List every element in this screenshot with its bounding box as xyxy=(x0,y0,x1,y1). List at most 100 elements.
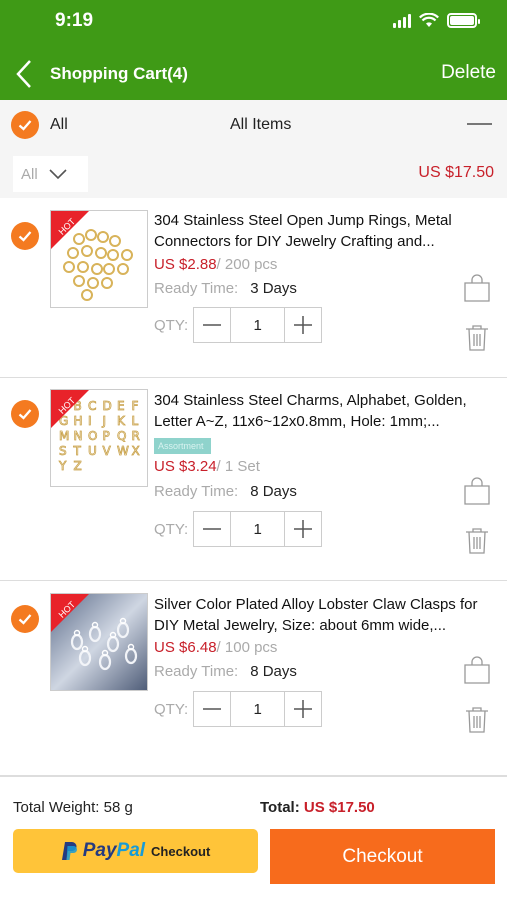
paypal-checkout-label: Checkout xyxy=(151,843,211,859)
check-icon xyxy=(18,231,32,242)
product-unit: / 1 Set xyxy=(216,458,260,475)
select-all-bar: All All Items xyxy=(0,100,507,150)
product-price: US $6.48 xyxy=(154,639,217,656)
quantity-stepper: 1 xyxy=(193,511,323,547)
wifi-icon xyxy=(419,13,439,27)
product-image[interactable]: ABCDEFGHIJKLMNOPQRSTUVWXYZ HOT xyxy=(50,389,148,487)
total-label: Total: xyxy=(260,799,300,816)
charm-letter: D xyxy=(103,399,112,413)
filter-bar: All US $17.50 xyxy=(0,150,507,198)
qty-label: QTY: xyxy=(154,520,189,538)
charm-letter: Y xyxy=(58,459,67,473)
select-all-checkbox[interactable] xyxy=(11,111,39,139)
charm-letter: L xyxy=(132,414,139,428)
charm-letter: M xyxy=(59,429,69,443)
quantity-row: QTY: 1 xyxy=(154,511,323,547)
charm-letter: R xyxy=(132,429,140,443)
product-title[interactable]: Silver Color Plated Alloy Lobster Claw C… xyxy=(154,594,504,636)
hot-badge: HOT xyxy=(51,594,89,632)
select-all-label: All xyxy=(50,116,68,133)
charm-letter: U xyxy=(88,444,97,458)
decrement-button[interactable] xyxy=(194,308,230,342)
back-button[interactable] xyxy=(14,58,38,90)
charm-letter: T xyxy=(73,444,82,458)
product-title[interactable]: 304 Stainless Steel Charms, Alphabet, Go… xyxy=(154,390,504,432)
hot-badge: HOT xyxy=(51,211,89,249)
item-checkbox[interactable] xyxy=(11,400,39,428)
all-items-heading: All Items xyxy=(230,116,292,133)
collapse-icon[interactable] xyxy=(467,123,492,125)
ready-time: Ready Time: 8 Days xyxy=(154,483,297,500)
increment-button[interactable] xyxy=(285,692,321,726)
charm-letter: F xyxy=(132,399,139,413)
paypal-checkout-button[interactable]: PayPal Checkout xyxy=(13,829,258,873)
add-to-bag-icon[interactable] xyxy=(462,655,492,685)
total-value: US $17.50 xyxy=(303,799,375,816)
product-unit: / 200 pcs xyxy=(216,256,278,273)
ready-time: Ready Time: 8 Days xyxy=(154,663,297,680)
trash-icon[interactable] xyxy=(462,322,492,352)
qty-label: QTY: xyxy=(154,316,189,334)
ready-time-value: 3 Days xyxy=(250,280,297,297)
add-to-bag-icon[interactable] xyxy=(462,476,492,506)
minus-icon xyxy=(203,324,222,326)
product-image[interactable]: HOT xyxy=(50,210,148,308)
chevron-down-icon xyxy=(49,169,67,180)
filter-dropdown[interactable]: All xyxy=(13,156,88,192)
charm-letter: N xyxy=(74,429,83,443)
check-icon xyxy=(18,614,32,625)
quantity-stepper: 1 xyxy=(193,307,323,343)
total-sum: Total: US $17.50 xyxy=(260,799,375,816)
quantity-value[interactable]: 1 xyxy=(230,512,286,546)
status-icons xyxy=(393,13,480,28)
minus-icon xyxy=(203,528,222,530)
check-icon xyxy=(18,120,32,131)
product-title[interactable]: 304 Stainless Steel Open Jump Rings, Met… xyxy=(154,210,504,252)
cart-item: ABCDEFGHIJKLMNOPQRSTUVWXYZ HOT 304 Stain… xyxy=(0,378,507,581)
plus-icon xyxy=(294,700,313,718)
add-to-bag-icon[interactable] xyxy=(462,273,492,303)
checkout-button[interactable]: Checkout xyxy=(270,829,495,884)
charm-letter: X xyxy=(132,444,140,458)
plus-icon xyxy=(294,520,313,538)
total-weight: Total Weight: 58 g xyxy=(13,799,133,816)
product-image[interactable]: HOT xyxy=(50,593,148,691)
price-line: US $6.48/ 100 pcs xyxy=(154,639,277,656)
filter-total-price: US $17.50 xyxy=(418,164,494,181)
ready-time-value: 8 Days xyxy=(250,483,297,500)
decrement-button[interactable] xyxy=(194,512,230,546)
quantity-row: QTY: 1 xyxy=(154,307,323,343)
check-icon xyxy=(18,409,32,420)
qty-label: QTY: xyxy=(154,700,189,718)
decrement-button[interactable] xyxy=(194,692,230,726)
charm-letter: S xyxy=(59,444,67,458)
delete-button[interactable]: Delete xyxy=(441,62,496,84)
chevron-left-icon xyxy=(16,60,31,88)
trash-icon[interactable] xyxy=(462,704,492,734)
checkout-footer: Total Weight: 58 g Total: US $17.50 PayP… xyxy=(0,776,507,900)
charm-letter: J xyxy=(102,414,107,428)
item-checkbox[interactable] xyxy=(11,222,39,250)
trash-icon[interactable] xyxy=(462,525,492,555)
increment-button[interactable] xyxy=(285,308,321,342)
quantity-value[interactable]: 1 xyxy=(230,308,286,342)
increment-button[interactable] xyxy=(285,512,321,546)
ready-time-value: 8 Days xyxy=(250,663,297,680)
charm-letter: C xyxy=(88,399,96,413)
quantity-row: QTY: 1 xyxy=(154,691,323,727)
quantity-stepper: 1 xyxy=(193,691,323,727)
paypal-logo-icon xyxy=(61,842,77,860)
quantity-value[interactable]: 1 xyxy=(230,692,286,726)
signal-icon xyxy=(393,13,411,28)
paypal-wordmark: PayPal xyxy=(82,840,146,861)
price-line: US $2.88/ 200 pcs xyxy=(154,256,277,273)
charm-letter: Q xyxy=(117,429,126,443)
filter-value: All xyxy=(21,165,38,183)
product-price: US $3.24 xyxy=(154,458,217,475)
item-checkbox[interactable] xyxy=(11,605,39,633)
charm-letter: W xyxy=(117,444,129,458)
cart-item: HOT Silver Color Plated Alloy Lobster Cl… xyxy=(0,581,507,776)
status-time: 9:19 xyxy=(55,10,94,31)
charm-letter: E xyxy=(117,399,125,413)
charm-letter: K xyxy=(117,414,126,428)
